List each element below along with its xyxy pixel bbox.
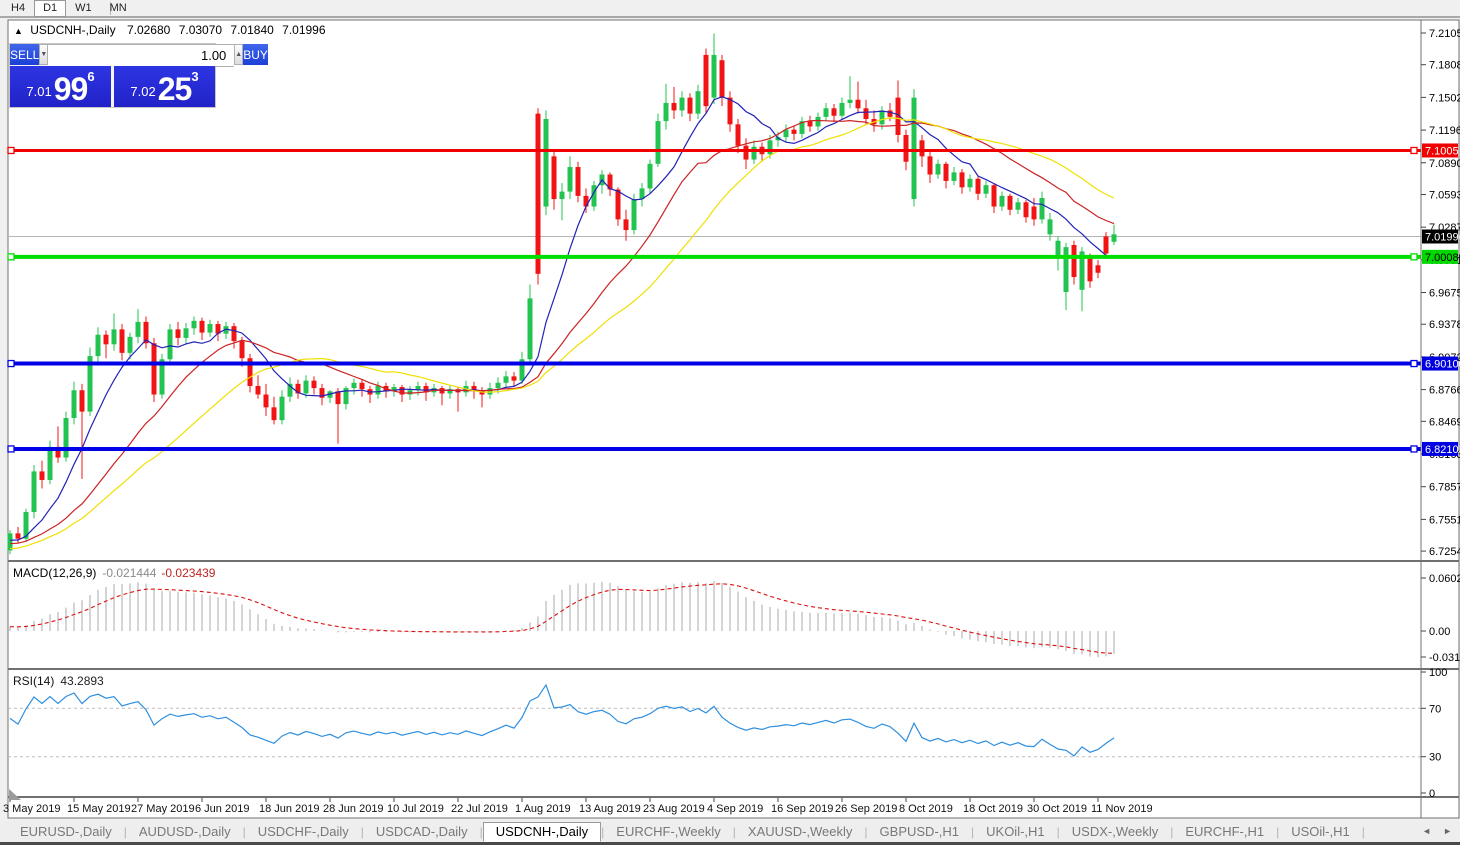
- tab-separator: |: [1362, 825, 1365, 839]
- svg-text:13 Aug 2019: 13 Aug 2019: [579, 803, 641, 815]
- symbol-tab-usdcaddaily[interactable]: USDCAD-,Daily: [364, 823, 480, 840]
- timeframe-button-mn[interactable]: MN: [101, 0, 136, 17]
- svg-text:18 Jun 2019: 18 Jun 2019: [259, 803, 320, 815]
- svg-text:7.21050: 7.21050: [1429, 28, 1460, 40]
- tab-scroll-left-icon[interactable]: ◄: [1422, 826, 1431, 836]
- spinner-up-icon: ▲: [235, 51, 242, 58]
- ohlc-open: 7.02680: [127, 23, 170, 37]
- symbol-tab-usoilh1[interactable]: USOil-,H1: [1279, 823, 1362, 840]
- svg-text:7.00089: 7.00089: [1425, 252, 1460, 264]
- symbol-tab-eurchfweekly[interactable]: EURCHF-,Weekly: [604, 823, 733, 840]
- svg-text:6.96750: 6.96750: [1429, 288, 1460, 300]
- sell-price-prefix: 7.01: [26, 79, 51, 105]
- sell-price-sup: 6: [87, 69, 94, 84]
- spinner-down-icon: ▼: [40, 51, 47, 58]
- svg-text:11 Nov 2019: 11 Nov 2019: [1091, 803, 1153, 815]
- svg-text:16 Sep 2019: 16 Sep 2019: [771, 803, 833, 815]
- svg-text:6.72540: 6.72540: [1429, 546, 1460, 558]
- svg-text:27 May 2019: 27 May 2019: [131, 803, 195, 815]
- timeframe-toolbar: H4D1W1MN: [2, 0, 136, 16]
- svg-text:7.08900: 7.08900: [1429, 158, 1460, 170]
- symbol-tab-usdcnhdaily[interactable]: USDCNH-,Daily: [483, 822, 601, 842]
- svg-text:7.05930: 7.05930: [1429, 189, 1460, 201]
- trading-platform-window: H4D1W1MN 7.21050 7.18080 7.15020 7.11960 7.0…: [0, 0, 1460, 845]
- buy-price-sup: 3: [191, 69, 198, 84]
- svg-text:22 Jul 2019: 22 Jul 2019: [451, 803, 508, 815]
- svg-text:15 May 2019: 15 May 2019: [67, 803, 131, 815]
- one-click-trading-widget: SELL ▼ ▲ BUY 7.01 99 6 7.02 25 3: [9, 43, 216, 108]
- svg-text:-0.031723: -0.031723: [1429, 652, 1460, 664]
- macd-main-value: -0.021444: [102, 566, 156, 580]
- svg-text:28 Jun 2019: 28 Jun 2019: [323, 803, 384, 815]
- svg-text:10 Jul 2019: 10 Jul 2019: [387, 803, 444, 815]
- symbol-tab-eurusddaily[interactable]: EURUSD-,Daily: [8, 823, 124, 840]
- chart-symbol-header: ▲ USDCNH-,Daily 7.02680 7.03070 7.01840 …: [14, 23, 326, 37]
- symbol-tab-xauusdweekly[interactable]: XAUUSD-,Weekly: [736, 823, 865, 840]
- volume-increase-button[interactable]: ▲: [234, 44, 243, 65]
- svg-text:30: 30: [1429, 752, 1441, 764]
- sell-price-big: 99: [54, 73, 88, 105]
- svg-text:6.84690: 6.84690: [1429, 416, 1460, 428]
- svg-text:7.15020: 7.15020: [1429, 92, 1460, 104]
- collapse-quote-panel-icon[interactable]: ▲: [14, 26, 23, 36]
- svg-text:1 Aug 2019: 1 Aug 2019: [515, 803, 571, 815]
- svg-text:6 Jun 2019: 6 Jun 2019: [195, 803, 249, 815]
- svg-text:7.10051: 7.10051: [1425, 145, 1460, 157]
- svg-text:6.93780: 6.93780: [1429, 319, 1460, 331]
- macd-indicator-label: MACD(12,26,9) -0.021444 -0.023439: [13, 566, 215, 580]
- svg-text:6.87660: 6.87660: [1429, 385, 1460, 397]
- svg-text:3 May 2019: 3 May 2019: [3, 803, 60, 815]
- symbol-tab-eurchfh1[interactable]: EURCHF-,H1: [1173, 823, 1276, 840]
- symbol-tab-gbpusdh1[interactable]: GBPUSD-,H1: [868, 823, 971, 840]
- chart-symbol-label: USDCNH-,Daily: [30, 23, 115, 37]
- volume-input[interactable]: [48, 44, 234, 67]
- macd-name: MACD(12,26,9): [13, 566, 96, 580]
- symbol-tab-usdxweekly[interactable]: USDX-,Weekly: [1060, 823, 1170, 840]
- rsi-name: RSI(14): [13, 674, 54, 688]
- svg-text:26 Sep 2019: 26 Sep 2019: [835, 803, 897, 815]
- symbol-tab-usdchfdaily[interactable]: USDCHF-,Daily: [246, 823, 361, 840]
- rsi-value: 43.2893: [60, 674, 103, 688]
- tab-scroll-right-icon[interactable]: ►: [1443, 826, 1452, 836]
- svg-text:0.060273: 0.060273: [1429, 573, 1460, 585]
- svg-text:6.82103: 6.82103: [1425, 444, 1460, 456]
- price-chart-canvas[interactable]: 7.21050 7.18080 7.15020 7.11960 7.08900 7.059…: [0, 0, 1460, 845]
- volume-decrease-button[interactable]: ▼: [39, 44, 48, 65]
- buy-price-prefix: 7.02: [130, 79, 155, 105]
- svg-text:7.18080: 7.18080: [1429, 60, 1460, 72]
- svg-text:0: 0: [1429, 788, 1435, 800]
- svg-text:7.11960: 7.11960: [1429, 125, 1460, 137]
- svg-text:6.78570: 6.78570: [1429, 482, 1460, 494]
- svg-text:4 Sep 2019: 4 Sep 2019: [707, 803, 763, 815]
- svg-text:100: 100: [1429, 667, 1447, 679]
- macd-signal-value: -0.023439: [161, 566, 215, 580]
- timeframe-button-w1[interactable]: W1: [66, 0, 101, 17]
- sell-price-panel[interactable]: 7.01 99 6: [10, 66, 111, 107]
- buy-price-big: 25: [158, 73, 192, 105]
- symbol-tab-ukoilh1[interactable]: UKOil-,H1: [974, 823, 1057, 840]
- timeframe-button-h4[interactable]: H4: [2, 0, 34, 17]
- sell-button[interactable]: SELL: [10, 44, 39, 65]
- symbol-tab-bar: EURUSD-,Daily|AUDUSD-,Daily|USDCHF-,Dail…: [0, 821, 1460, 842]
- svg-text:18 Oct 2019: 18 Oct 2019: [963, 803, 1023, 815]
- timeframe-button-d1[interactable]: D1: [34, 0, 66, 17]
- symbol-tab-audusddaily[interactable]: AUDUSD-,Daily: [127, 823, 243, 840]
- ohlc-high: 7.03070: [179, 23, 222, 37]
- svg-text:23 Aug 2019: 23 Aug 2019: [643, 803, 705, 815]
- buy-price-panel[interactable]: 7.02 25 3: [114, 66, 215, 107]
- svg-text:30 Oct 2019: 30 Oct 2019: [1027, 803, 1087, 815]
- svg-text:8 Oct 2019: 8 Oct 2019: [899, 803, 953, 815]
- buy-button[interactable]: BUY: [243, 44, 268, 65]
- rsi-indicator-label: RSI(14) 43.2893: [13, 674, 104, 688]
- svg-text:6.75510: 6.75510: [1429, 514, 1460, 526]
- tab-scroll-controls: ◄ ►: [1422, 826, 1452, 836]
- svg-text:70: 70: [1429, 703, 1441, 715]
- ohlc-close: 7.01996: [282, 23, 325, 37]
- ohlc-low: 7.01840: [230, 23, 273, 37]
- svg-text:0.00: 0.00: [1429, 626, 1450, 638]
- svg-text:6.90100: 6.90100: [1425, 359, 1460, 371]
- svg-text:7.01996: 7.01996: [1425, 231, 1460, 243]
